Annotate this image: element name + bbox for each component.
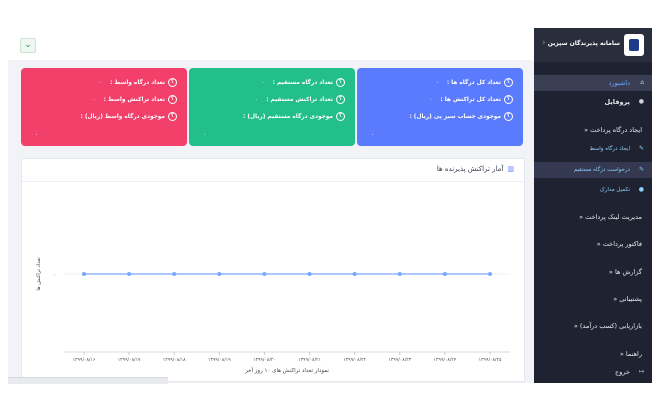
- sidebar-item-help[interactable]: راهنما «: [534, 346, 652, 362]
- app-page: ⌄ ؟تعداد کل درگاه ها :۰ ؟تعداد کل تراکنش…: [8, 28, 652, 383]
- logout-icon: ↦: [638, 368, 644, 375]
- data-point: [127, 272, 132, 276]
- x-tick-label: ۱۳۹۹/۰۸/۲۵: [479, 357, 502, 363]
- info-icon: ؟: [336, 78, 345, 87]
- x-tick-label: ۱۳۹۹/۰۸/۲۰: [253, 357, 276, 363]
- sidebar: سامانه پذیرندگان سپزین ‹ ⌂ داشبورد ● پروفا…: [534, 28, 652, 383]
- sidebar-item-create-gateway[interactable]: ایجاد درگاه پرداخت «: [534, 122, 652, 138]
- logo: [624, 34, 644, 56]
- info-icon: ؟: [504, 112, 513, 121]
- status-bar: [8, 377, 168, 384]
- data-point: [217, 272, 222, 276]
- x-tick-label: ۱۳۹۹/۰۸/۲۳: [388, 357, 411, 363]
- stat-line: ؟تعداد درگاه مستقیم :۰: [262, 78, 345, 87]
- sidebar-item-logout[interactable]: ↦ خروج: [534, 364, 652, 380]
- sidebar-item-direct-request[interactable]: ✎ درخواست درگاه مستقیم: [534, 162, 652, 178]
- info-icon: ؟: [336, 95, 345, 104]
- data-point: [82, 272, 86, 276]
- home-icon: ⌂: [640, 79, 644, 86]
- x-tick-label: ۱۳۹۹/۰۸/۲۴: [433, 357, 456, 363]
- data-point: [442, 272, 447, 276]
- stat-line: ؟تعداد درگاه واسط :۰: [99, 78, 177, 87]
- stats-card-intermediary: ؟تعداد درگاه واسط :۰ ؟تعداد تراکنش واسط …: [21, 68, 187, 146]
- stat-line: ؟موجودی درگاه مستقیم (ریال) :: [235, 112, 345, 121]
- x-tick-label: ۱۳۹۹/۰۸/۱۷: [118, 357, 141, 363]
- stat-value: ۰: [371, 131, 375, 138]
- stat-value: ۰: [203, 131, 207, 138]
- sidebar-item-documents[interactable]: ● تکمیل مدارک: [534, 182, 652, 198]
- x-axis-label: نمودار تعداد تراکنش های ۱۰ روز آخر: [244, 367, 329, 374]
- stat-line: ؟موجودی درگاه واسط (ریال) :: [72, 112, 177, 121]
- data-point: [397, 272, 402, 276]
- stats-card-direct: ؟تعداد درگاه مستقیم :۰ ؟تعداد تراکنش مست…: [189, 68, 355, 146]
- x-tick-label: ۱۳۹۹/۰۸/۲۱: [298, 357, 321, 363]
- data-point: [307, 272, 312, 276]
- user-icon: ●: [638, 186, 644, 193]
- top-bar: ⌄: [8, 28, 534, 60]
- sidebar-header: سامانه پذیرندگان سپزین ‹: [534, 28, 652, 62]
- sidebar-item-profile[interactable]: ● پروفایل: [534, 94, 652, 110]
- x-tick-label: ۱۳۹۹/۰۸/۱۶: [73, 357, 96, 363]
- sidebar-item-dashboard[interactable]: ⌂ داشبورد: [534, 75, 652, 91]
- info-icon: ؟: [168, 78, 177, 87]
- chevron-down-icon[interactable]: ⌄: [20, 38, 36, 53]
- data-point: [262, 272, 267, 276]
- y-axis-label: تعداد تراکنش ها: [36, 257, 42, 291]
- info-icon: ؟: [168, 95, 177, 104]
- user-icon: ●: [638, 98, 644, 105]
- stat-value: ۰: [35, 131, 39, 138]
- stat-line: ؟تعداد تراکنش مستقیم :۰: [255, 95, 345, 104]
- sidebar-item-marketing[interactable]: بازاریابی (کسب درآمد) «: [534, 318, 652, 334]
- chart-icon: ▥: [507, 165, 514, 173]
- app-title: سامانه پذیرندگان سپزین: [547, 40, 620, 47]
- transactions-chart-panel: ▥آمار تراکنش پذیرنده ها ۰ تعداد تراکنش ها…: [21, 158, 525, 382]
- stat-line: ؟تعداد کل درگاه ها :۰: [436, 78, 513, 87]
- y-tick-label: ۰: [53, 272, 56, 278]
- info-icon: ؟: [504, 78, 513, 87]
- x-tick-label: ۱۳۹۹/۰۸/۱۸: [163, 357, 186, 363]
- data-point: [488, 272, 492, 276]
- info-icon: ؟: [504, 95, 513, 104]
- sidebar-item-invoice[interactable]: فاکتور پرداخت «: [534, 236, 652, 252]
- pencil-icon: ✎: [638, 166, 644, 173]
- x-tick-label: ۱۳۹۹/۰۸/۱۹: [208, 357, 231, 363]
- info-icon: ؟: [168, 112, 177, 121]
- sidebar-item-payment-links[interactable]: مدیریت لینک پرداخت «: [534, 209, 652, 225]
- stats-card-all: ؟تعداد کل درگاه ها :۰ ؟تعداد کل تراکنش ه…: [357, 68, 523, 146]
- stat-line: ؟موجودی حساب سبز پی (ریال) :: [401, 112, 513, 121]
- sidebar-item-reports[interactable]: گزارش ها «: [534, 264, 652, 280]
- x-tick-label: ۱۳۹۹/۰۸/۲۲: [343, 357, 366, 363]
- panel-title: ▥آمار تراکنش پذیرنده ها: [436, 165, 514, 173]
- line-chart: ۰ تعداد تراکنش ها ۱۳۹۹/۰۸/۱۶ ۱۳۹۹/۰۸/۱۷ ۱۳۹۹…: [36, 257, 510, 374]
- plug-icon: ✎: [638, 145, 644, 152]
- sidebar-item-support[interactable]: پشتیبانی «: [534, 291, 652, 307]
- data-point: [352, 272, 357, 276]
- info-icon: ؟: [336, 112, 345, 121]
- chevron-left-icon[interactable]: ‹: [542, 38, 546, 48]
- stat-line: ؟تعداد کل تراکنش ها :۰: [429, 95, 513, 104]
- sidebar-item-create-intermediary[interactable]: ✎ ایجاد درگاه واسط: [534, 141, 652, 157]
- data-point: [172, 272, 177, 276]
- stat-line: ؟تعداد تراکنش واسط :۰: [93, 95, 177, 104]
